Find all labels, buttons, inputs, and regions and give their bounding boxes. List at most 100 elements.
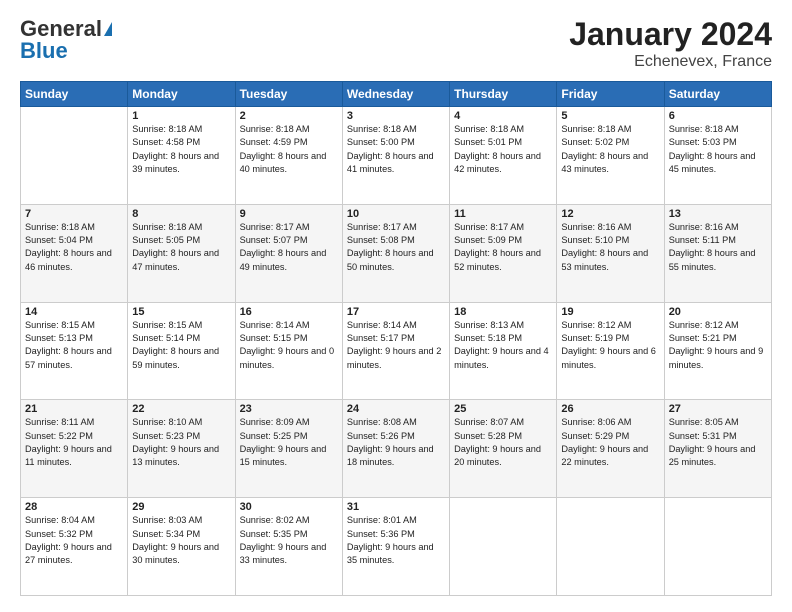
day-number: 9 (240, 208, 338, 220)
day-number: 13 (669, 208, 767, 220)
day-info: Sunrise: 8:15 AMSunset: 5:13 PM Daylight… (25, 319, 123, 372)
day-number: 15 (132, 306, 230, 318)
day-number: 12 (561, 208, 659, 220)
day-number: 4 (454, 110, 552, 122)
day-number: 25 (454, 403, 552, 415)
table-row: 12 Sunrise: 8:16 AMSunset: 5:10 PM Dayli… (557, 204, 664, 302)
calendar-table: Sunday Monday Tuesday Wednesday Thursday… (20, 81, 772, 596)
col-sunday: Sunday (21, 82, 128, 107)
day-info: Sunrise: 8:11 AMSunset: 5:22 PM Daylight… (25, 416, 123, 469)
day-number: 23 (240, 403, 338, 415)
day-info: Sunrise: 8:12 AMSunset: 5:21 PM Daylight… (669, 319, 767, 372)
day-number: 6 (669, 110, 767, 122)
day-number: 24 (347, 403, 445, 415)
col-saturday: Saturday (664, 82, 771, 107)
col-thursday: Thursday (450, 82, 557, 107)
day-number: 3 (347, 110, 445, 122)
table-row: 19 Sunrise: 8:12 AMSunset: 5:19 PM Dayli… (557, 302, 664, 400)
calendar-header-row: Sunday Monday Tuesday Wednesday Thursday… (21, 82, 772, 107)
day-info: Sunrise: 8:16 AMSunset: 5:10 PM Daylight… (561, 221, 659, 274)
table-row: 5 Sunrise: 8:18 AMSunset: 5:02 PM Daylig… (557, 107, 664, 205)
day-info: Sunrise: 8:18 AMSunset: 4:58 PM Daylight… (132, 123, 230, 176)
table-row: 13 Sunrise: 8:16 AMSunset: 5:11 PM Dayli… (664, 204, 771, 302)
day-number: 5 (561, 110, 659, 122)
day-info: Sunrise: 8:18 AMSunset: 5:05 PM Daylight… (132, 221, 230, 274)
day-info: Sunrise: 8:12 AMSunset: 5:19 PM Daylight… (561, 319, 659, 372)
table-row: 2 Sunrise: 8:18 AMSunset: 4:59 PM Daylig… (235, 107, 342, 205)
table-row: 20 Sunrise: 8:12 AMSunset: 5:21 PM Dayli… (664, 302, 771, 400)
day-info: Sunrise: 8:02 AMSunset: 5:35 PM Daylight… (240, 514, 338, 567)
table-row: 7 Sunrise: 8:18 AMSunset: 5:04 PM Daylig… (21, 204, 128, 302)
day-number: 27 (669, 403, 767, 415)
table-row: 15 Sunrise: 8:15 AMSunset: 5:14 PM Dayli… (128, 302, 235, 400)
day-number: 26 (561, 403, 659, 415)
table-row (557, 498, 664, 596)
day-info: Sunrise: 8:01 AMSunset: 5:36 PM Daylight… (347, 514, 445, 567)
day-number: 20 (669, 306, 767, 318)
day-info: Sunrise: 8:08 AMSunset: 5:26 PM Daylight… (347, 416, 445, 469)
logo: General Blue (20, 16, 112, 64)
day-info: Sunrise: 8:18 AMSunset: 5:01 PM Daylight… (454, 123, 552, 176)
table-row: 31 Sunrise: 8:01 AMSunset: 5:36 PM Dayli… (342, 498, 449, 596)
day-number: 10 (347, 208, 445, 220)
table-row: 22 Sunrise: 8:10 AMSunset: 5:23 PM Dayli… (128, 400, 235, 498)
day-info: Sunrise: 8:17 AMSunset: 5:09 PM Daylight… (454, 221, 552, 274)
day-number: 16 (240, 306, 338, 318)
day-number: 11 (454, 208, 552, 220)
day-number: 7 (25, 208, 123, 220)
day-info: Sunrise: 8:10 AMSunset: 5:23 PM Daylight… (132, 416, 230, 469)
table-row: 11 Sunrise: 8:17 AMSunset: 5:09 PM Dayli… (450, 204, 557, 302)
table-row: 29 Sunrise: 8:03 AMSunset: 5:34 PM Dayli… (128, 498, 235, 596)
table-row: 27 Sunrise: 8:05 AMSunset: 5:31 PM Dayli… (664, 400, 771, 498)
page-title: January 2024 (569, 16, 772, 53)
day-number: 21 (25, 403, 123, 415)
day-info: Sunrise: 8:15 AMSunset: 5:14 PM Daylight… (132, 319, 230, 372)
day-info: Sunrise: 8:07 AMSunset: 5:28 PM Daylight… (454, 416, 552, 469)
day-info: Sunrise: 8:14 AMSunset: 5:17 PM Daylight… (347, 319, 445, 372)
day-info: Sunrise: 8:18 AMSunset: 5:02 PM Daylight… (561, 123, 659, 176)
table-row: 16 Sunrise: 8:14 AMSunset: 5:15 PM Dayli… (235, 302, 342, 400)
table-row: 25 Sunrise: 8:07 AMSunset: 5:28 PM Dayli… (450, 400, 557, 498)
table-row: 1 Sunrise: 8:18 AMSunset: 4:58 PM Daylig… (128, 107, 235, 205)
day-info: Sunrise: 8:18 AMSunset: 5:00 PM Daylight… (347, 123, 445, 176)
logo-triangle-icon (104, 22, 112, 36)
day-info: Sunrise: 8:17 AMSunset: 5:08 PM Daylight… (347, 221, 445, 274)
day-info: Sunrise: 8:04 AMSunset: 5:32 PM Daylight… (25, 514, 123, 567)
day-number: 31 (347, 501, 445, 513)
day-info: Sunrise: 8:09 AMSunset: 5:25 PM Daylight… (240, 416, 338, 469)
col-tuesday: Tuesday (235, 82, 342, 107)
table-row: 28 Sunrise: 8:04 AMSunset: 5:32 PM Dayli… (21, 498, 128, 596)
title-block: January 2024 Echenevex, France (569, 16, 772, 71)
header: General Blue January 2024 Echenevex, Fra… (20, 16, 772, 71)
col-monday: Monday (128, 82, 235, 107)
table-row: 24 Sunrise: 8:08 AMSunset: 5:26 PM Dayli… (342, 400, 449, 498)
table-row: 14 Sunrise: 8:15 AMSunset: 5:13 PM Dayli… (21, 302, 128, 400)
day-info: Sunrise: 8:03 AMSunset: 5:34 PM Daylight… (132, 514, 230, 567)
table-row (450, 498, 557, 596)
table-row: 30 Sunrise: 8:02 AMSunset: 5:35 PM Dayli… (235, 498, 342, 596)
col-friday: Friday (557, 82, 664, 107)
table-row: 17 Sunrise: 8:14 AMSunset: 5:17 PM Dayli… (342, 302, 449, 400)
table-row: 10 Sunrise: 8:17 AMSunset: 5:08 PM Dayli… (342, 204, 449, 302)
table-row: 18 Sunrise: 8:13 AMSunset: 5:18 PM Dayli… (450, 302, 557, 400)
day-info: Sunrise: 8:16 AMSunset: 5:11 PM Daylight… (669, 221, 767, 274)
day-number: 1 (132, 110, 230, 122)
table-row: 4 Sunrise: 8:18 AMSunset: 5:01 PM Daylig… (450, 107, 557, 205)
day-info: Sunrise: 8:18 AMSunset: 5:03 PM Daylight… (669, 123, 767, 176)
day-number: 22 (132, 403, 230, 415)
table-row: 8 Sunrise: 8:18 AMSunset: 5:05 PM Daylig… (128, 204, 235, 302)
col-wednesday: Wednesday (342, 82, 449, 107)
logo-blue: Blue (20, 38, 68, 64)
day-number: 28 (25, 501, 123, 513)
day-number: 18 (454, 306, 552, 318)
day-number: 30 (240, 501, 338, 513)
table-row: 6 Sunrise: 8:18 AMSunset: 5:03 PM Daylig… (664, 107, 771, 205)
table-row: 23 Sunrise: 8:09 AMSunset: 5:25 PM Dayli… (235, 400, 342, 498)
day-number: 2 (240, 110, 338, 122)
day-info: Sunrise: 8:17 AMSunset: 5:07 PM Daylight… (240, 221, 338, 274)
page-subtitle: Echenevex, France (569, 53, 772, 71)
day-info: Sunrise: 8:05 AMSunset: 5:31 PM Daylight… (669, 416, 767, 469)
day-info: Sunrise: 8:06 AMSunset: 5:29 PM Daylight… (561, 416, 659, 469)
table-row (664, 498, 771, 596)
day-number: 29 (132, 501, 230, 513)
